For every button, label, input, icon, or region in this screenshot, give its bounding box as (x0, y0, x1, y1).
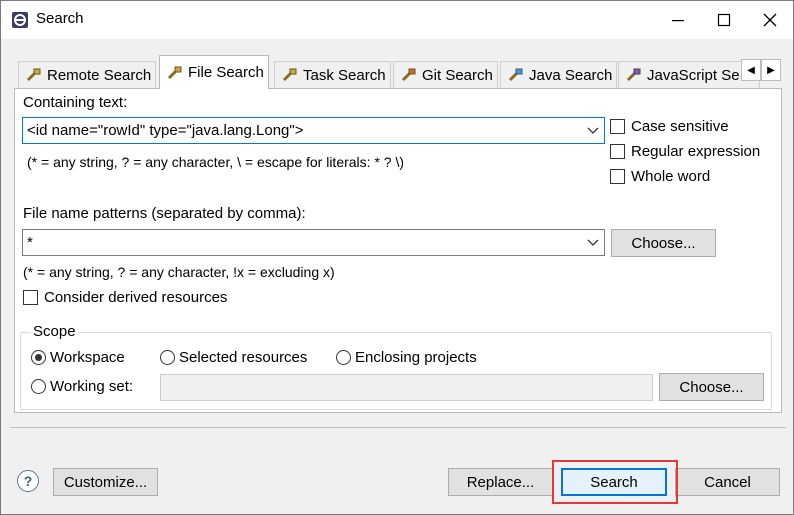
containing-text-combo[interactable]: <id name="rowId" type="java.lang.Long"> (22, 117, 605, 144)
tab-java-search[interactable]: Java Search (500, 61, 618, 88)
file-name-patterns-combo[interactable]: * (22, 229, 605, 256)
maximize-button[interactable] (701, 1, 747, 39)
file-name-patterns-hint: (* = any string, ? = any character, !x =… (23, 264, 335, 280)
radio-dot[interactable] (336, 350, 351, 365)
tab-git-search[interactable]: Git Search (393, 61, 498, 88)
chevron-right-icon: ▶ (767, 64, 775, 76)
cancel-button[interactable]: Cancel (675, 468, 780, 496)
tab-label: Java Search (529, 66, 613, 84)
case-sensitive-checkbox[interactable]: Case sensitive (610, 118, 729, 135)
checkbox-box[interactable] (610, 119, 625, 134)
window-title: Search (36, 10, 84, 27)
maximize-icon (717, 13, 731, 27)
javascript-search-icon (626, 68, 641, 82)
working-set-choose-button[interactable]: Choose... (659, 373, 764, 401)
title-bar: Search (1, 1, 793, 39)
containing-text-label: Containing text: (23, 94, 128, 111)
consider-derived-checkbox[interactable]: Consider derived resources (23, 289, 227, 306)
regular-expression-checkbox[interactable]: Regular expression (610, 143, 760, 160)
tab-label: Task Search (303, 66, 386, 84)
search-dialog: Search Remote Search File Search Task Se… (0, 0, 794, 515)
chevron-down-icon[interactable] (582, 230, 604, 255)
task-search-icon (282, 68, 297, 82)
regular-expression-label: Regular expression (631, 143, 761, 160)
radio-dot[interactable] (31, 379, 46, 394)
git-search-icon (401, 68, 416, 82)
selected-resources-label: Selected resources (179, 349, 308, 366)
working-set-label: Working set: (50, 378, 134, 395)
workspace-radio[interactable]: Workspace (31, 349, 125, 366)
remote-search-icon (26, 68, 41, 82)
tab-javascript-search[interactable]: JavaScript Se (618, 61, 760, 88)
help-icon[interactable]: ? (17, 470, 39, 492)
footer-separator (10, 427, 786, 428)
scope-title: Scope (31, 323, 78, 340)
file-name-patterns-label: File name patterns (separated by comma): (23, 205, 306, 222)
eclipse-app-icon (12, 12, 28, 28)
customize-button[interactable]: Customize... (53, 468, 158, 496)
minimize-icon (672, 20, 684, 22)
search-tabs: Remote Search File Search Task Search Gi… (14, 55, 782, 89)
case-sensitive-label: Case sensitive (631, 118, 729, 135)
tab-file-search[interactable]: File Search (159, 55, 269, 89)
tab-remote-search[interactable]: Remote Search (18, 61, 157, 88)
enclosing-projects-label: Enclosing projects (355, 349, 477, 366)
radio-dot[interactable] (160, 350, 175, 365)
tab-scroll-right-button[interactable]: ▶ (761, 59, 781, 81)
consider-derived-label: Consider derived resources (44, 289, 228, 306)
file-search-icon (167, 66, 182, 79)
replace-button[interactable]: Replace... (448, 468, 553, 496)
selected-resources-radio[interactable]: Selected resources (160, 349, 307, 366)
checkbox-box[interactable] (23, 290, 38, 305)
close-button[interactable] (747, 1, 793, 39)
java-search-icon (508, 68, 523, 82)
tab-label: Git Search (422, 66, 493, 84)
whole-word-label: Whole word (631, 168, 711, 185)
containing-text-value: <id name="rowId" type="java.lang.Long"> (27, 122, 304, 139)
minimize-button[interactable] (655, 1, 701, 39)
tab-scroll-left-button[interactable]: ◀ (741, 59, 761, 81)
checkbox-box[interactable] (610, 169, 625, 184)
containing-text-hint: (* = any string, ? = any character, \ = … (27, 154, 405, 170)
checkbox-box[interactable] (610, 144, 625, 159)
working-set-radio[interactable]: Working set: (31, 378, 133, 395)
tab-label: Remote Search (47, 66, 152, 84)
working-set-input (160, 374, 653, 401)
patterns-choose-button[interactable]: Choose... (611, 229, 716, 257)
tab-task-search[interactable]: Task Search (274, 61, 391, 88)
whole-word-checkbox[interactable]: Whole word (610, 168, 710, 185)
enclosing-projects-radio[interactable]: Enclosing projects (336, 349, 477, 366)
file-name-patterns-value: * (27, 234, 33, 251)
tab-label: JavaScript Se (647, 66, 740, 84)
workspace-label: Workspace (50, 349, 125, 366)
close-icon (763, 13, 777, 27)
chevron-left-icon: ◀ (747, 64, 755, 76)
search-button-highlight (552, 460, 678, 504)
chevron-down-icon[interactable] (582, 118, 604, 143)
radio-dot[interactable] (31, 350, 46, 365)
tab-label: File Search (188, 64, 264, 81)
